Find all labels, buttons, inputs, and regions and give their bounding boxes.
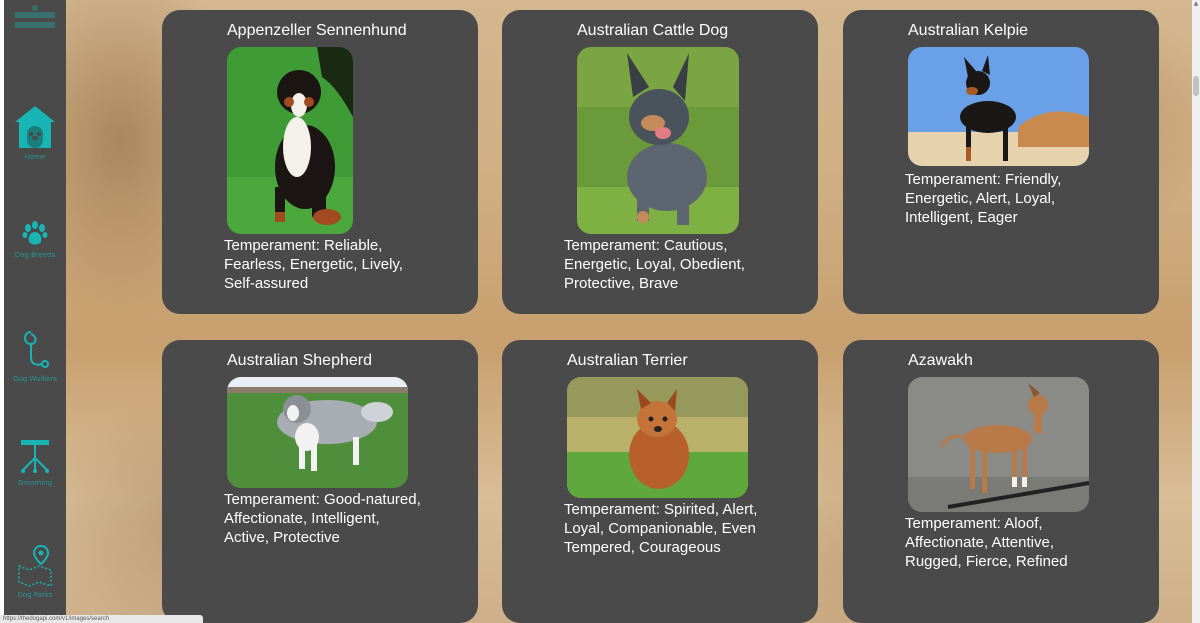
shepherd-photo [227,377,408,488]
sidebar-item-dog-walkers[interactable]: Dog Walkers [4,328,66,418]
breed-photo [227,47,353,234]
paw-icon [22,221,48,245]
breed-temperament: Temperament: Spirited, Alert, Loyal, Com… [564,501,758,556]
sidebar-item-label: Dog Breeds [14,251,56,259]
breed-photo [567,377,748,498]
azawakh-photo [908,377,1089,512]
logo-icon [15,5,55,28]
page: Home Dog Breeds Dog Walkers Grooming Dog… [0,0,1200,623]
breed-name: Australian Shepherd [227,352,372,369]
grooming-table-icon [21,440,49,473]
breed-name: Appenzeller Sennenhund [227,22,407,39]
breed-photo [908,47,1089,166]
sidebar-item-dog-parks[interactable]: Dog Parks [4,544,66,623]
sidebar-item-label: Home [24,153,46,161]
sidebar-item-dog-breeds[interactable]: Dog Breeds [4,220,66,310]
breed-temperament: Temperament: Reliable, Fearless, Energet… [224,237,403,292]
breed-temperament: Temperament: Good-natured, Affectionate,… [224,491,421,546]
breed-card[interactable]: Appenzeller Sennenhund Temperament: Reli… [162,10,478,314]
breed-name: Australian Cattle Dog [577,22,729,39]
breed-card[interactable]: Australian Terrier Temperament: Spirited… [502,340,818,623]
sidebar-item-home[interactable]: Home [4,104,66,194]
scroll-up-icon[interactable]: ▲ [1192,0,1200,8]
kelpie-photo [908,47,1089,166]
leash-icon [24,331,49,368]
sidebar-logo[interactable] [4,4,66,44]
breed-photo [577,47,739,234]
breed-card[interactable]: Australian Cattle Dog Temperament: Cauti… [502,10,818,314]
page-scrollbar[interactable]: ▲ [1192,0,1200,623]
status-url: https://thedogapi.com/v1/images/search [0,615,203,623]
scroll-thumb[interactable] [1193,76,1199,96]
breed-card[interactable]: Australian Kelpie Temperament: Friendly, [843,10,1159,314]
sidebar-nav: Home Dog Breeds Dog Walkers Grooming Dog… [4,0,66,623]
breed-name: Azawakh [908,352,973,369]
sidebar-item-label: Grooming [17,479,53,487]
breed-card[interactable]: Australian Shepherd Temperament: Good-na… [162,340,478,623]
breed-photo [227,377,408,488]
terrier-photo [567,377,748,498]
dog-house-icon [15,106,55,148]
sidebar-item-grooming[interactable]: Grooming [4,436,66,526]
sidebar-item-label: Dog Walkers [13,375,57,383]
map-pin-icon [18,544,52,588]
breed-photo [908,377,1089,512]
breed-grid: Appenzeller Sennenhund Temperament: Reli… [66,0,1192,623]
breed-name: Australian Terrier [567,352,688,369]
breed-temperament: Temperament: Aloof, Affectionate, Attent… [905,515,1068,570]
cattle-dog-photo [577,47,739,234]
sidebar-item-label: Dog Parks [17,591,53,599]
breed-temperament: Temperament: Friendly, Energetic, Alert,… [905,171,1062,226]
appenzeller-photo [227,47,353,234]
breed-card[interactable]: Azawakh Temperament: Aloof, Affectionate… [843,340,1159,623]
breed-name: Australian Kelpie [908,22,1029,39]
breed-temperament: Temperament: Cautious, Energetic, Loyal,… [564,237,745,292]
